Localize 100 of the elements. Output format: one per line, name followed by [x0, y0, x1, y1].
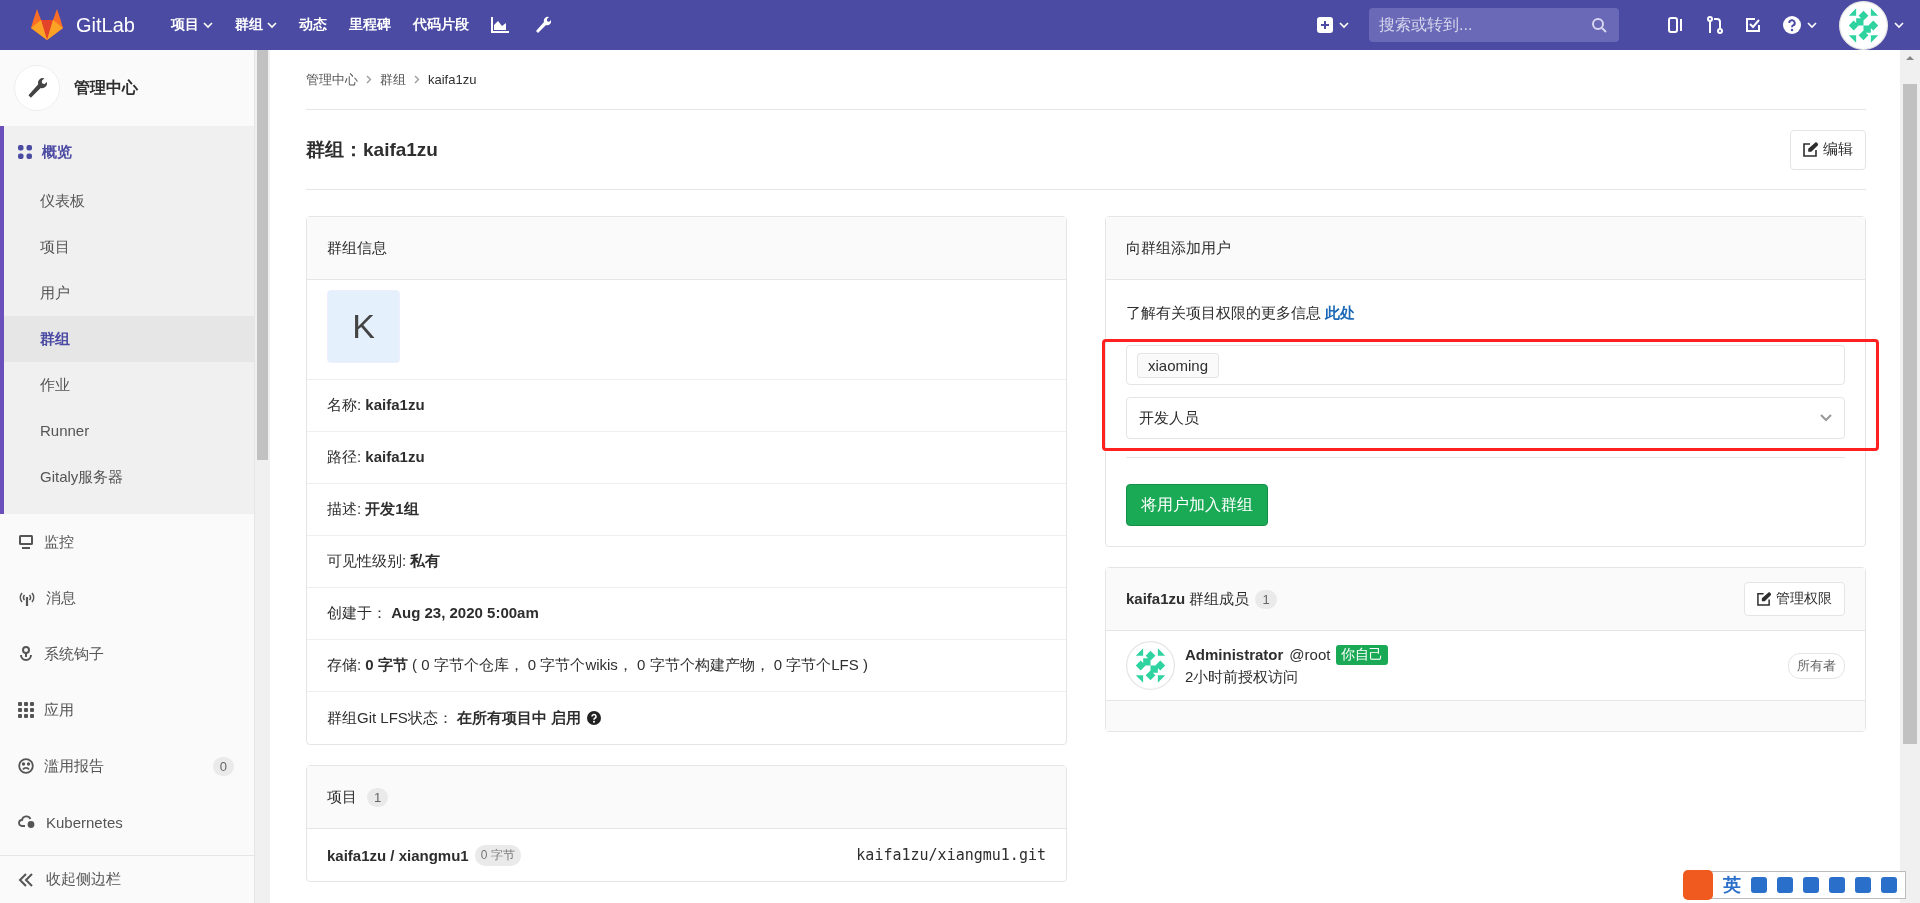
info-text: 名称: kaifa1zu [327, 396, 425, 415]
nav-menu-item[interactable]: 项目 [170, 16, 213, 34]
ime-tool-icon[interactable] [1829, 877, 1845, 893]
scrollbar-thumb[interactable] [1903, 84, 1917, 744]
nav-menu-item[interactable]: 动态 [298, 16, 327, 34]
new-menu-button[interactable] [1317, 17, 1349, 33]
info-text: 创建于： Aug 23, 2020 5:00am [327, 604, 539, 623]
merge-requests-button[interactable] [1707, 16, 1723, 34]
search-field[interactable]: 搜索或转到... [1369, 8, 1619, 42]
user-avatar-icon [1839, 0, 1888, 50]
help-link[interactable]: 此处 [1325, 304, 1356, 321]
sidebar-item[interactable]: 系统钩子 [0, 626, 254, 682]
sidebar-item[interactable]: 监控 [0, 514, 254, 570]
sidebar-item-label: 滥用报告 [44, 756, 105, 776]
nav-menu-item[interactable]: 里程碑 [348, 16, 391, 34]
caret-icon [1339, 21, 1349, 29]
manage-permissions-button[interactable]: 管理权限 [1744, 582, 1845, 616]
count-badge: 1 [1255, 589, 1277, 609]
sidebar-subitem[interactable]: Runner [4, 408, 254, 454]
sidebar-item[interactable]: Kubernetes [0, 794, 254, 850]
role-dropdown[interactable]: 开发人员 [1126, 397, 1845, 439]
panel-title: 项目 [327, 787, 357, 807]
ime-tool-icon[interactable] [1777, 877, 1793, 893]
caret-icon [266, 21, 277, 29]
info-text: 路径: kaifa1zu [327, 448, 425, 467]
ime-tool-icon[interactable] [1881, 877, 1897, 893]
sidebar-item[interactable]: 概览 [4, 126, 254, 178]
you-badge: 你自己 [1336, 644, 1389, 665]
ime-language[interactable]: 英 [1723, 873, 1741, 897]
sidebar-subitem[interactable]: 作业 [4, 362, 254, 408]
user-select-field[interactable]: xiaoming [1126, 345, 1845, 385]
info-text: 可见性级别: 私有 [327, 552, 441, 571]
chart-icon[interactable] [490, 17, 509, 33]
chevron-icon [414, 75, 420, 84]
count-badge: 1 [367, 787, 389, 807]
info-text: 了解有关项目权限的更多信息 [1126, 304, 1321, 321]
member-username: @root [1289, 646, 1331, 663]
breadcrumb-link[interactable]: 群组 [380, 70, 406, 89]
merge-icon [1707, 16, 1723, 34]
sidebar-item-label: 监控 [44, 532, 75, 552]
scrollbar-thumb[interactable] [257, 50, 268, 460]
sidebar-subitem[interactable]: 仪表板 [4, 178, 254, 224]
sidebar-subitem[interactable]: 用户 [4, 270, 254, 316]
antenna-icon [18, 590, 36, 606]
page-title: 群组：kaifa1zu [306, 137, 438, 162]
todo-button[interactable] [1745, 17, 1761, 33]
project-link[interactable]: kaifa1zu / xiangmu1 [327, 846, 469, 864]
help-menu-button[interactable] [1783, 16, 1817, 34]
ime-tool-icon[interactable] [1855, 877, 1871, 893]
breadcrumb-link[interactable]: kaifa1zu [428, 72, 477, 87]
sidebar-item-label: 应用 [44, 700, 75, 720]
issues-button[interactable] [1667, 16, 1685, 34]
count-badge: 0 [212, 756, 234, 776]
monitor-icon [18, 535, 34, 549]
plus-square-icon [1317, 17, 1333, 33]
ime-tool-icon[interactable] [1803, 877, 1819, 893]
caret-icon [202, 21, 213, 29]
sidebar-item-label: Kubernetes [46, 813, 124, 831]
repo-path: kaifa1zu/xiangmu1.git [856, 846, 1046, 864]
user-token[interactable]: xiaoming [1137, 352, 1220, 378]
info-text: 存储: 0 字节 ( 0 字节个仓库， 0 字节个wikis， 0 字节个构建产物， 0 字节个LFS ) [327, 656, 868, 675]
nav-menu-item[interactable]: 群组 [234, 16, 277, 34]
sidebar-item-label: 消息 [46, 588, 77, 608]
info-text: 群组Git LFS状态： 在所有项目中 启用 [327, 708, 582, 728]
access-text: 2小时前授权访问 [1185, 667, 1300, 687]
group-avatar: K [327, 290, 400, 363]
sidebar-item[interactable]: 消息 [0, 570, 254, 626]
ime-tool-icon[interactable] [1751, 877, 1767, 893]
sad-face-icon [18, 758, 34, 774]
help-icon [1783, 16, 1801, 34]
sidebar-subitem[interactable]: 项目 [4, 224, 254, 270]
edit-icon [1803, 142, 1818, 157]
checkbox-icon [1745, 17, 1761, 33]
fox-logo-icon[interactable] [30, 9, 64, 41]
size-badge: 0 字节 [474, 844, 521, 866]
chevron-icon [366, 75, 372, 84]
sidebar-subitem[interactable]: 群组 [4, 316, 254, 362]
panel-title: 向群组添加用户 [1126, 238, 1231, 258]
caret-icon [1807, 21, 1817, 29]
sidebar-item-label: 概览 [42, 142, 73, 162]
role-badge: 所有者 [1788, 652, 1845, 679]
double-chevron-icon [18, 872, 34, 887]
logo-text[interactable]: GitLab [76, 13, 135, 37]
panels-icon [1667, 16, 1685, 34]
wrench-icon[interactable] [534, 16, 551, 34]
edit-button[interactable]: 编辑 [1790, 129, 1866, 170]
sidebar-subitem[interactable]: Gitaly服务器 [4, 454, 254, 500]
member-name[interactable]: Administrator [1185, 646, 1284, 663]
caret-icon [1894, 21, 1904, 29]
user-menu-button[interactable] [1839, 0, 1904, 50]
member-avatar-icon [1126, 641, 1175, 690]
sidebar-item[interactable]: 应用 [0, 682, 254, 738]
grid-icon [18, 145, 32, 159]
wrench-icon [27, 77, 47, 99]
nav-menu-item[interactable]: 代码片段 [412, 16, 469, 34]
breadcrumb-link[interactable]: 管理中心 [306, 70, 358, 89]
panel-title: 群组信息 [327, 238, 387, 258]
help-icon[interactable] [587, 711, 602, 725]
sidebar-item[interactable]: 滥用报告 0 [0, 738, 254, 794]
apps-grid-icon [18, 702, 34, 718]
